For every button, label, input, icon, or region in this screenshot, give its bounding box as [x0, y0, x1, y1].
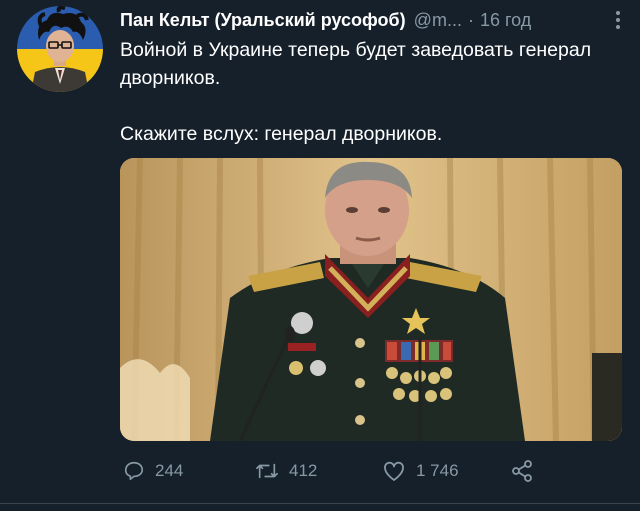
retweet-count: 412	[289, 461, 318, 480]
like-count: 1 746	[416, 461, 459, 480]
tweet-text-line: Войной в Украине теперь будет заведовать…	[120, 39, 592, 89]
photo-general	[120, 158, 622, 441]
separator-dot: ·	[467, 9, 474, 30]
tweet-divider	[0, 503, 640, 504]
retweet-button[interactable]: 412	[255, 456, 317, 486]
avatar-image	[17, 6, 103, 92]
reply-count: 244	[155, 461, 184, 480]
timestamp[interactable]: 16 год	[480, 10, 531, 31]
author-handle[interactable]: @m...	[414, 10, 462, 31]
retweet-icon	[256, 463, 278, 479]
tweet-actions: 244 412 1 746	[120, 456, 540, 486]
like-icon	[384, 461, 404, 481]
tweet-text-line: Скажите вслух: генерал дворников.	[120, 123, 443, 145]
share-icon	[512, 460, 532, 482]
tweet-text: Войной в Украине теперь будет заведовать…	[120, 36, 620, 148]
tweet-photo[interactable]	[120, 158, 622, 441]
like-button[interactable]: 1 746	[382, 456, 459, 486]
tweet-header: Пан Кельт (Уральский русофоб) @m... · 16…	[120, 6, 625, 34]
reply-icon	[124, 461, 144, 481]
author-name[interactable]: Пан Кельт (Уральский русофоб)	[120, 10, 406, 31]
share-button[interactable]	[510, 456, 534, 486]
reply-button[interactable]: 244	[123, 456, 183, 486]
more-icon[interactable]	[611, 8, 625, 32]
avatar[interactable]	[17, 6, 103, 92]
